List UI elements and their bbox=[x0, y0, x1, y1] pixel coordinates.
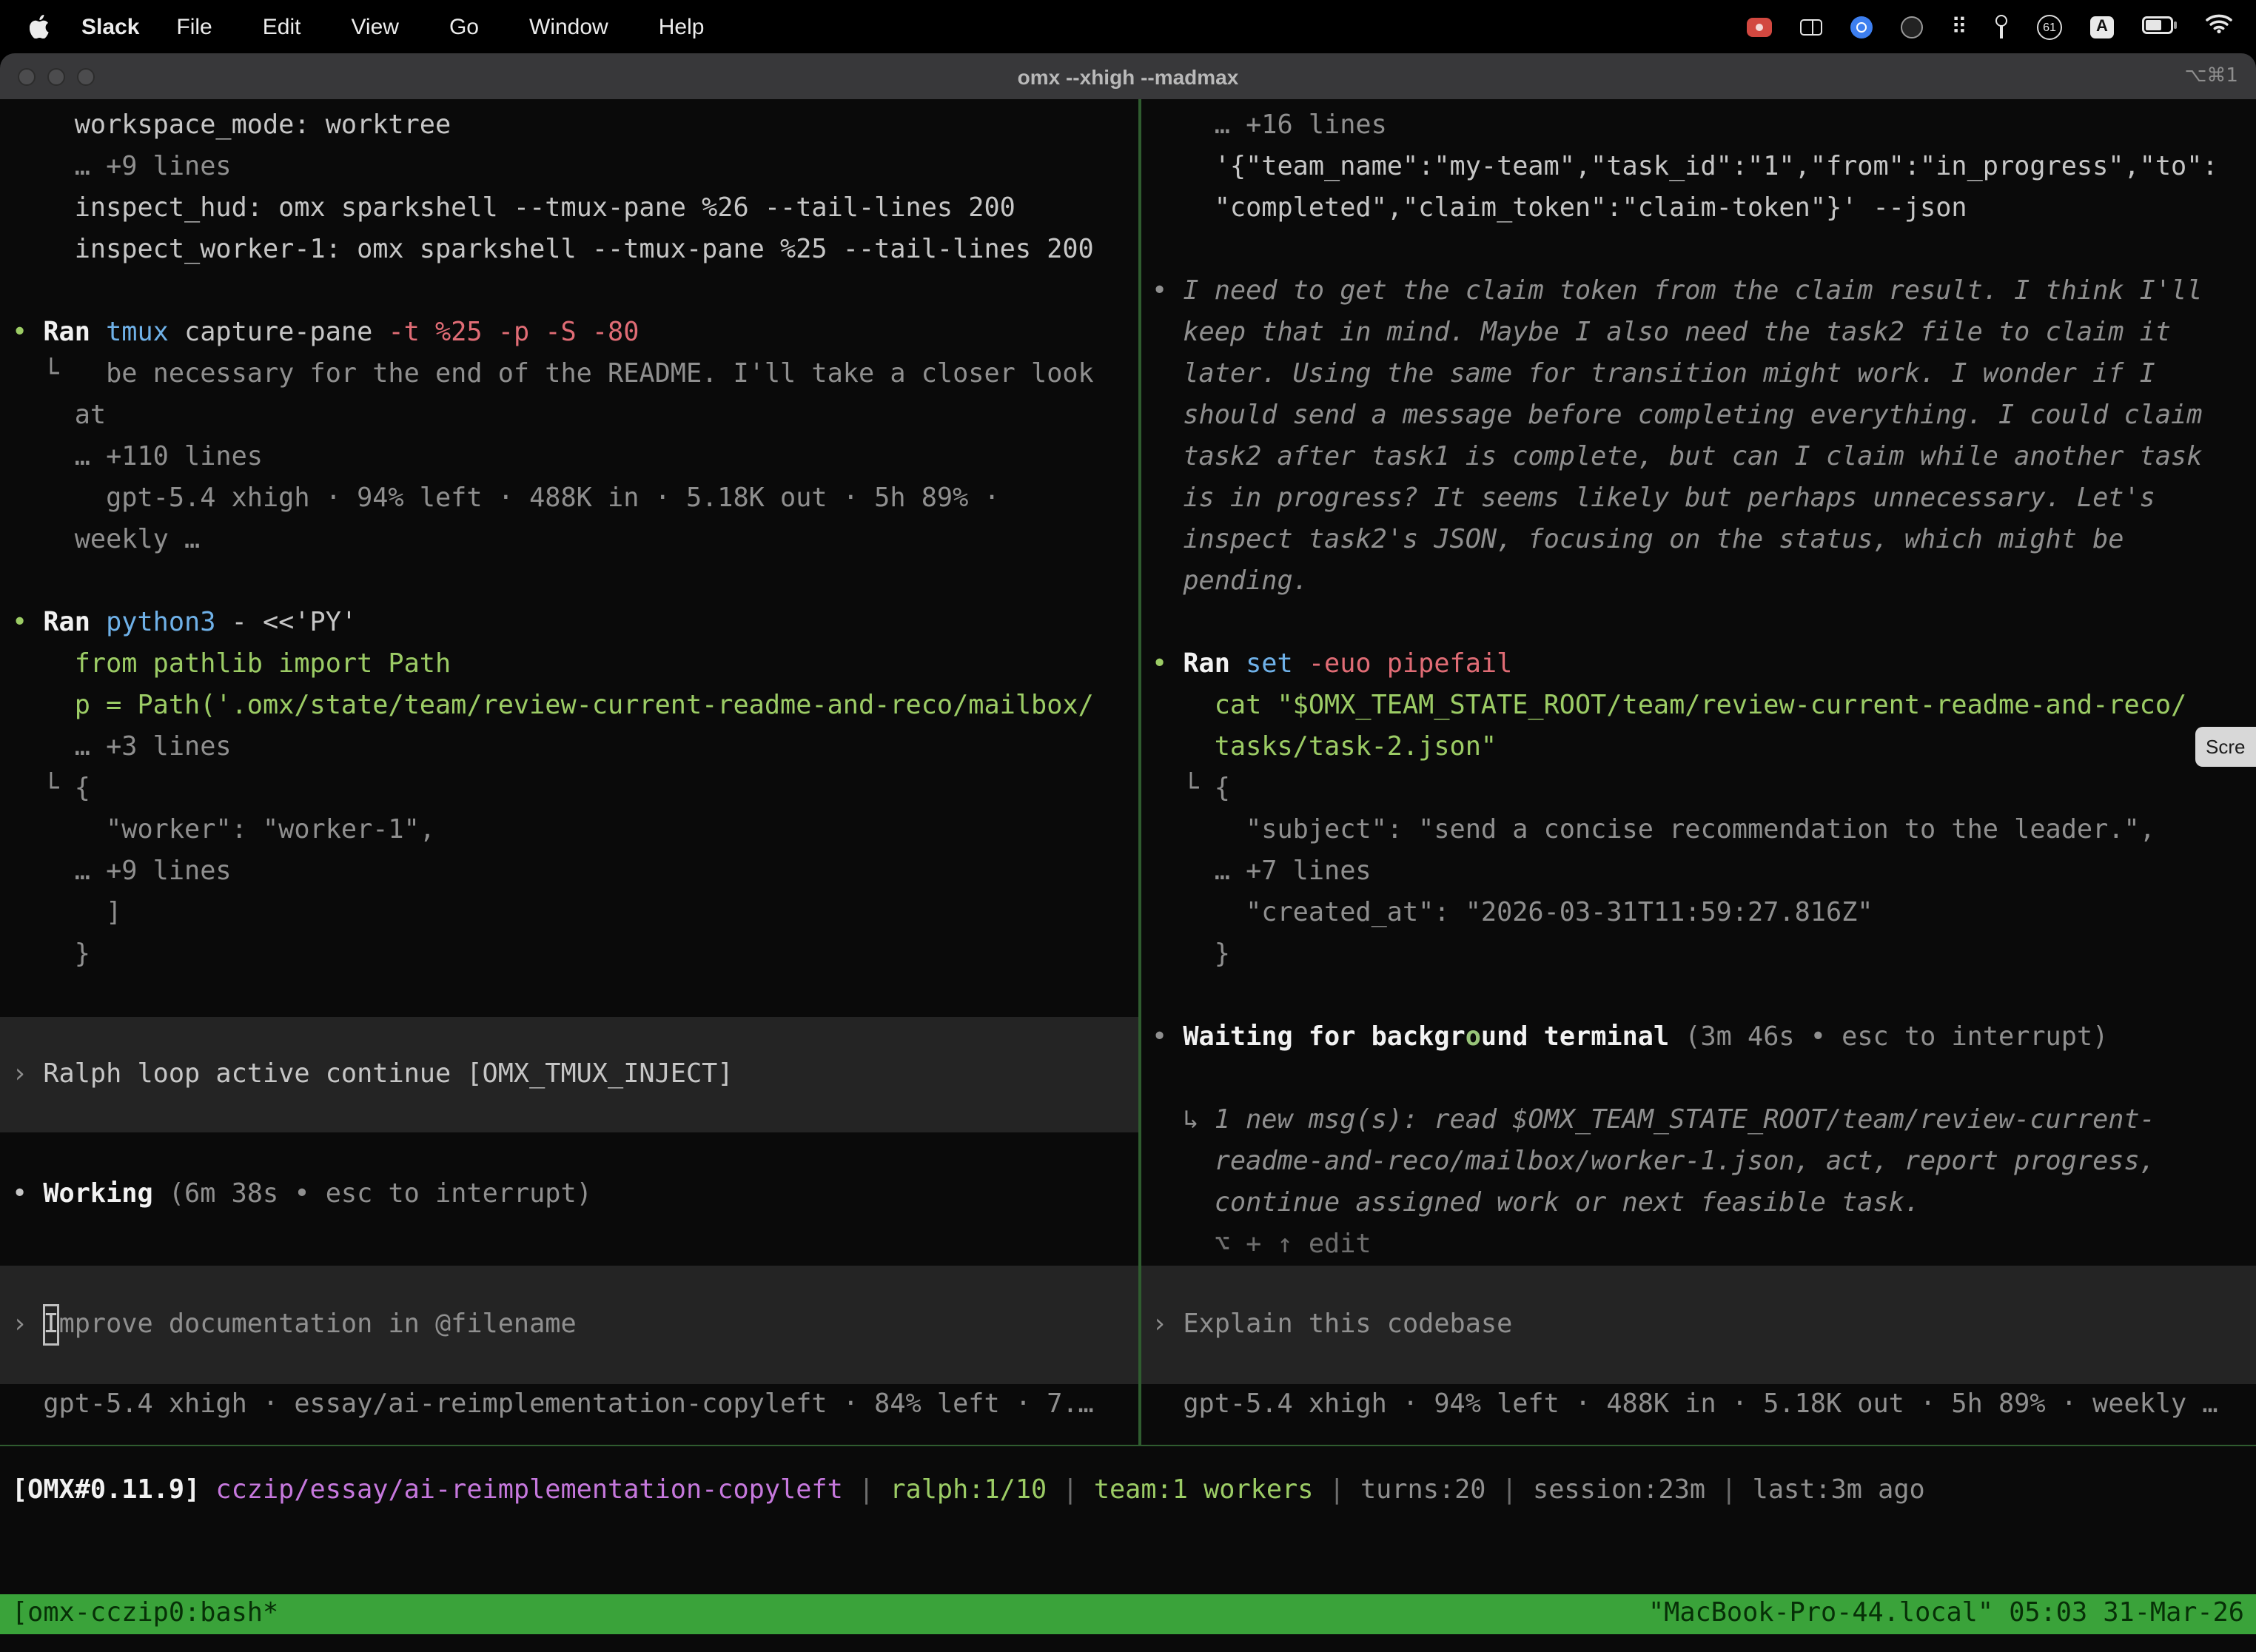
terminal-line: p = Path('.omx/state/team/review-current… bbox=[0, 685, 1138, 727]
tmux-status-bar: [omx-cczip0:bash* "MacBook-Pro-44.local"… bbox=[0, 1594, 2256, 1634]
menu-file[interactable]: File bbox=[151, 14, 237, 39]
terminal-line: … +7 lines bbox=[1141, 851, 2256, 893]
menu-items: FileEditViewGoWindowHelp bbox=[151, 14, 729, 39]
terminal-line bbox=[0, 561, 1138, 602]
omx-status-line: [OMX#0.11.9] cczip/essay/ai-reimplementa… bbox=[0, 1470, 2256, 1511]
tmux-host-clock: "MacBook-Pro-44.local" 05:03 31-Mar-26 bbox=[1648, 1594, 2244, 1634]
close-button[interactable] bbox=[18, 67, 36, 85]
screenshot-toast[interactable]: Scre bbox=[2195, 727, 2256, 767]
composer-input[interactable]: › Explain this codebase bbox=[1141, 1266, 2256, 1384]
terminal-line bbox=[0, 1132, 1138, 1174]
terminal-line: inspect_worker-1: omx sparkshell --tmux-… bbox=[0, 229, 1138, 271]
terminal-line: └ { bbox=[0, 768, 1138, 810]
terminal-line: … +110 lines bbox=[0, 437, 1138, 478]
terminal-line: keep that in mind. Maybe I also need the… bbox=[1141, 312, 2256, 354]
terminal-line: } bbox=[0, 934, 1138, 976]
tmux-session-label: [omx-cczip0:bash* bbox=[12, 1594, 278, 1634]
traffic-lights bbox=[18, 53, 95, 99]
window-title: omx --xhigh --madmax bbox=[1018, 64, 1239, 88]
terminal-line: … +9 lines bbox=[0, 147, 1138, 188]
battery-percent-icon[interactable]: 61 bbox=[2037, 14, 2062, 39]
terminal-line: continue assigned work or next feasible … bbox=[1141, 1183, 2256, 1224]
composer-input[interactable]: › Improve documentation in @filename bbox=[0, 1266, 1138, 1384]
terminal-line bbox=[1141, 602, 2256, 644]
terminal-line: readme-and-reco/mailbox/worker-1.json, a… bbox=[1141, 1141, 2256, 1183]
terminal-line: … +16 lines bbox=[1141, 105, 2256, 147]
terminal-line: cat "$OMX_TEAM_STATE_ROOT/team/review-cu… bbox=[1141, 685, 2256, 727]
terminal-line: • Ran tmux capture-pane -t %25 -p -S -80 bbox=[0, 312, 1138, 354]
terminal-line: inspect_hud: omx sparkshell --tmux-pane … bbox=[0, 188, 1138, 229]
terminal-line: from pathlib import Path bbox=[0, 644, 1138, 685]
screen: Slack FileEditViewGoWindowHelp ⠿ 61 A bbox=[0, 0, 2256, 1652]
menu-view[interactable]: View bbox=[326, 14, 424, 39]
screen-recording-icon[interactable] bbox=[1747, 17, 1772, 36]
terminal-line: gpt-5.4 xhigh · 94% left · 488K in · 5.1… bbox=[1141, 1384, 2256, 1426]
terminal-line bbox=[1141, 976, 2256, 1017]
terminal-line: is in progress? It seems likely but perh… bbox=[1141, 478, 2256, 520]
apple-menu-icon[interactable] bbox=[30, 15, 49, 38]
terminal-line bbox=[1141, 229, 2256, 271]
terminal-window: omx --xhigh --madmax ⌥⌘1 workspace_mode:… bbox=[0, 53, 2256, 1652]
terminal-line: should send a message before completing … bbox=[1141, 395, 2256, 437]
spacer bbox=[0, 1215, 1138, 1266]
ralph-loop-banner[interactable]: › Ralph loop active continue [OMX_TMUX_I… bbox=[0, 1017, 1138, 1132]
menu-app-name[interactable]: Slack bbox=[81, 14, 139, 39]
terminal-line: "created_at": "2026-03-31T11:59:27.816Z" bbox=[1141, 893, 2256, 934]
terminal-line: • Waiting for background terminal (3m 46… bbox=[1141, 1017, 2256, 1058]
right-terminal-pane[interactable]: … +16 lines '{"team_name":"my-team","tas… bbox=[1141, 99, 2256, 1445]
key-icon[interactable] bbox=[1995, 15, 2009, 38]
terminal-line: … +9 lines bbox=[0, 851, 1138, 893]
terminal-line: ] bbox=[0, 893, 1138, 934]
terminal-line: "subject": "send a concise recommendatio… bbox=[1141, 810, 2256, 851]
window-title-bar[interactable]: omx --xhigh --madmax ⌥⌘1 bbox=[0, 53, 2256, 99]
menu-edit[interactable]: Edit bbox=[238, 14, 326, 39]
terminal-line: gpt-5.4 xhigh · 94% left · 488K in · 5.1… bbox=[0, 478, 1138, 520]
minimize-button[interactable] bbox=[47, 67, 65, 85]
terminal-line: weekly … bbox=[0, 520, 1138, 561]
terminal-line: "completed","claim_token":"claim-token"}… bbox=[1141, 188, 2256, 229]
terminal-line: ↳ 1 new msg(s): read $OMX_TEAM_STATE_ROO… bbox=[1141, 1100, 2256, 1141]
battery-icon[interactable] bbox=[2142, 14, 2178, 39]
terminal-line: tasks/task-2.json" bbox=[1141, 727, 2256, 768]
dots-grid-icon[interactable]: ⠿ bbox=[1951, 16, 1967, 38]
terminal-line: workspace_mode: worktree bbox=[0, 105, 1138, 147]
window-grid-icon[interactable] bbox=[1800, 19, 1822, 35]
terminal-line bbox=[0, 271, 1138, 312]
terminal-line bbox=[1141, 1058, 2256, 1100]
terminal-line: ⌥ + ↑ edit bbox=[1141, 1224, 2256, 1266]
terminal-line: inspect task2's JSON, focusing on the st… bbox=[1141, 520, 2256, 561]
terminal-line: "worker": "worker-1", bbox=[0, 810, 1138, 851]
terminal-line: … +3 lines bbox=[0, 727, 1138, 768]
menu-window[interactable]: Window bbox=[504, 14, 634, 39]
terminal-line: } bbox=[1141, 934, 2256, 976]
terminal-line: └ { bbox=[1141, 768, 2256, 810]
dark-app-icon[interactable] bbox=[1901, 16, 1923, 38]
blue-app-icon[interactable] bbox=[1850, 16, 1873, 38]
menu-go[interactable]: Go bbox=[424, 14, 504, 39]
input-source-icon[interactable]: A bbox=[2090, 16, 2114, 38]
terminal-line: • Working (6m 38s • esc to interrupt) bbox=[0, 1174, 1138, 1215]
terminal-line: • I need to get the claim token from the… bbox=[1141, 271, 2256, 312]
wifi-icon[interactable] bbox=[2206, 13, 2232, 40]
terminal-line: at bbox=[0, 395, 1138, 437]
terminal-line bbox=[0, 976, 1138, 1017]
menu-bar: Slack FileEditViewGoWindowHelp ⠿ 61 A bbox=[0, 0, 2256, 53]
terminal-line: • Ran python3 - <<'PY' bbox=[0, 602, 1138, 644]
zoom-button[interactable] bbox=[77, 67, 95, 85]
pane-divider-horizontal[interactable] bbox=[0, 1445, 2256, 1446]
terminal-line: '{"team_name":"my-team","task_id":"1","f… bbox=[1141, 147, 2256, 188]
terminal-line: gpt-5.4 xhigh · essay/ai-reimplementatio… bbox=[0, 1384, 1138, 1426]
terminal-line: later. Using the same for transition mig… bbox=[1141, 354, 2256, 395]
menu-status-icons: ⠿ 61 A bbox=[1747, 13, 2232, 40]
terminal-line: • Ran set -euo pipefail bbox=[1141, 644, 2256, 685]
menu-help[interactable]: Help bbox=[634, 14, 730, 39]
terminal-line: └ be necessary for the end of the README… bbox=[0, 354, 1138, 395]
terminal-line: pending. bbox=[1141, 561, 2256, 602]
terminal-line: task2 after task1 is complete, but can I… bbox=[1141, 437, 2256, 478]
terminal-area: workspace_mode: worktree … +9 lines insp… bbox=[0, 99, 2256, 1652]
screen-recording-dot-icon bbox=[1756, 23, 1763, 30]
left-terminal-pane[interactable]: workspace_mode: worktree … +9 lines insp… bbox=[0, 99, 1138, 1445]
window-shortcut-hint: ⌥⌘1 bbox=[2184, 53, 2238, 99]
